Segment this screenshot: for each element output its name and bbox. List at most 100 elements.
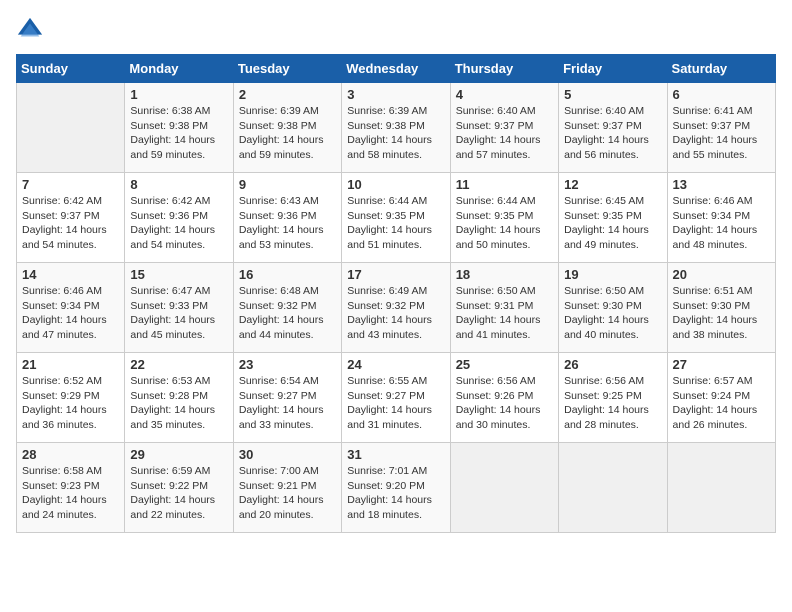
calendar-cell xyxy=(667,443,775,533)
calendar-cell: 7 Sunrise: 6:42 AM Sunset: 9:37 PM Daylig… xyxy=(17,173,125,263)
day-number: 25 xyxy=(456,357,553,372)
day-info: Sunrise: 6:50 AM Sunset: 9:31 PM Dayligh… xyxy=(456,284,553,343)
day-info: Sunrise: 6:43 AM Sunset: 9:36 PM Dayligh… xyxy=(239,194,336,253)
day-number: 20 xyxy=(673,267,770,282)
day-info: Sunrise: 6:58 AM Sunset: 9:23 PM Dayligh… xyxy=(22,464,119,523)
calendar-cell: 21Sunrise: 6:52 AM Sunset: 9:29 PM Dayli… xyxy=(17,353,125,443)
day-info: Sunrise: 6:45 AM Sunset: 9:35 PM Dayligh… xyxy=(564,194,661,253)
calendar-cell: 5 Sunrise: 6:40 AM Sunset: 9:37 PM Daylig… xyxy=(559,83,667,173)
day-number: 23 xyxy=(239,357,336,372)
header-cell: Tuesday xyxy=(233,55,341,83)
day-number: 31 xyxy=(347,447,444,462)
header-cell: Saturday xyxy=(667,55,775,83)
logo-icon xyxy=(16,16,44,44)
day-number: 24 xyxy=(347,357,444,372)
day-number: 9 xyxy=(239,177,336,192)
calendar-cell: 31 Sunrise: 7:01 AM Sunset: 9:20 PM Dayli… xyxy=(342,443,450,533)
header-cell: Thursday xyxy=(450,55,558,83)
day-number: 11 xyxy=(456,177,553,192)
calendar-cell: 15 Sunrise: 6:47 AM Sunset: 9:33 PM Dayli… xyxy=(125,263,233,353)
calendar-cell: 11 Sunrise: 6:44 AM Sunset: 9:35 PM Dayli… xyxy=(450,173,558,263)
calendar-cell xyxy=(17,83,125,173)
day-info: Sunrise: 6:41 AM Sunset: 9:37 PM Dayligh… xyxy=(673,104,770,163)
day-info: Sunrise: 7:00 AM Sunset: 9:21 PM Dayligh… xyxy=(239,464,336,523)
calendar-cell: 28 Sunrise: 6:58 AM Sunset: 9:23 PM Dayli… xyxy=(17,443,125,533)
day-number: 30 xyxy=(239,447,336,462)
calendar-cell: 29Sunrise: 6:59 AM Sunset: 9:22 PM Dayli… xyxy=(125,443,233,533)
calendar-cell: 12 Sunrise: 6:45 AM Sunset: 9:35 PM Dayli… xyxy=(559,173,667,263)
calendar-week-row: 14Sunrise: 6:46 AM Sunset: 9:34 PM Dayli… xyxy=(17,263,776,353)
calendar-cell: 23 Sunrise: 6:54 AM Sunset: 9:27 PM Dayli… xyxy=(233,353,341,443)
day-number: 1 xyxy=(130,87,227,102)
day-number: 3 xyxy=(347,87,444,102)
day-number: 7 xyxy=(22,177,119,192)
calendar-cell: 27 Sunrise: 6:57 AM Sunset: 9:24 PM Dayli… xyxy=(667,353,775,443)
day-info: Sunrise: 6:42 AM Sunset: 9:37 PM Dayligh… xyxy=(22,194,119,253)
calendar-cell: 26 Sunrise: 6:56 AM Sunset: 9:25 PM Dayli… xyxy=(559,353,667,443)
day-info: Sunrise: 6:44 AM Sunset: 9:35 PM Dayligh… xyxy=(456,194,553,253)
calendar-cell: 24Sunrise: 6:55 AM Sunset: 9:27 PM Dayli… xyxy=(342,353,450,443)
day-info: Sunrise: 6:56 AM Sunset: 9:25 PM Dayligh… xyxy=(564,374,661,433)
day-number: 8 xyxy=(130,177,227,192)
day-number: 6 xyxy=(673,87,770,102)
calendar-cell: 10Sunrise: 6:44 AM Sunset: 9:35 PM Dayli… xyxy=(342,173,450,263)
header-cell: Friday xyxy=(559,55,667,83)
page-header xyxy=(16,16,776,44)
day-number: 10 xyxy=(347,177,444,192)
header-cell: Sunday xyxy=(17,55,125,83)
calendar-cell xyxy=(450,443,558,533)
day-info: Sunrise: 6:47 AM Sunset: 9:33 PM Dayligh… xyxy=(130,284,227,343)
header-cell: Monday xyxy=(125,55,233,83)
day-number: 18 xyxy=(456,267,553,282)
day-number: 12 xyxy=(564,177,661,192)
calendar-cell: 1Sunrise: 6:38 AM Sunset: 9:38 PM Daylig… xyxy=(125,83,233,173)
day-info: Sunrise: 6:39 AM Sunset: 9:38 PM Dayligh… xyxy=(239,104,336,163)
day-info: Sunrise: 7:01 AM Sunset: 9:20 PM Dayligh… xyxy=(347,464,444,523)
day-number: 22 xyxy=(130,357,227,372)
calendar-cell: 9 Sunrise: 6:43 AM Sunset: 9:36 PM Daylig… xyxy=(233,173,341,263)
calendar-cell: 14Sunrise: 6:46 AM Sunset: 9:34 PM Dayli… xyxy=(17,263,125,353)
day-number: 28 xyxy=(22,447,119,462)
day-number: 5 xyxy=(564,87,661,102)
calendar-cell: 16 Sunrise: 6:48 AM Sunset: 9:32 PM Dayli… xyxy=(233,263,341,353)
day-number: 16 xyxy=(239,267,336,282)
day-number: 19 xyxy=(564,267,661,282)
day-info: Sunrise: 6:39 AM Sunset: 9:38 PM Dayligh… xyxy=(347,104,444,163)
day-number: 21 xyxy=(22,357,119,372)
calendar-cell: 3 Sunrise: 6:39 AM Sunset: 9:38 PM Daylig… xyxy=(342,83,450,173)
calendar-cell: 18 Sunrise: 6:50 AM Sunset: 9:31 PM Dayli… xyxy=(450,263,558,353)
day-info: Sunrise: 6:49 AM Sunset: 9:32 PM Dayligh… xyxy=(347,284,444,343)
calendar-body: 1Sunrise: 6:38 AM Sunset: 9:38 PM Daylig… xyxy=(17,83,776,533)
calendar-cell: 22Sunrise: 6:53 AM Sunset: 9:28 PM Dayli… xyxy=(125,353,233,443)
day-info: Sunrise: 6:54 AM Sunset: 9:27 PM Dayligh… xyxy=(239,374,336,433)
calendar-cell: 25Sunrise: 6:56 AM Sunset: 9:26 PM Dayli… xyxy=(450,353,558,443)
day-info: Sunrise: 6:50 AM Sunset: 9:30 PM Dayligh… xyxy=(564,284,661,343)
day-number: 13 xyxy=(673,177,770,192)
calendar-week-row: 21Sunrise: 6:52 AM Sunset: 9:29 PM Dayli… xyxy=(17,353,776,443)
day-info: Sunrise: 6:46 AM Sunset: 9:34 PM Dayligh… xyxy=(673,194,770,253)
calendar-cell: 17 Sunrise: 6:49 AM Sunset: 9:32 PM Dayli… xyxy=(342,263,450,353)
calendar-table: SundayMondayTuesdayWednesdayThursdayFrid… xyxy=(16,54,776,533)
logo xyxy=(16,16,48,44)
calendar-week-row: 7 Sunrise: 6:42 AM Sunset: 9:37 PM Daylig… xyxy=(17,173,776,263)
calendar-cell: 20 Sunrise: 6:51 AM Sunset: 9:30 PM Dayli… xyxy=(667,263,775,353)
day-info: Sunrise: 6:57 AM Sunset: 9:24 PM Dayligh… xyxy=(673,374,770,433)
day-info: Sunrise: 6:42 AM Sunset: 9:36 PM Dayligh… xyxy=(130,194,227,253)
calendar-cell: 4 Sunrise: 6:40 AM Sunset: 9:37 PM Daylig… xyxy=(450,83,558,173)
calendar-header: SundayMondayTuesdayWednesdayThursdayFrid… xyxy=(17,55,776,83)
calendar-cell: 6 Sunrise: 6:41 AM Sunset: 9:37 PM Daylig… xyxy=(667,83,775,173)
day-info: Sunrise: 6:40 AM Sunset: 9:37 PM Dayligh… xyxy=(456,104,553,163)
day-info: Sunrise: 6:51 AM Sunset: 9:30 PM Dayligh… xyxy=(673,284,770,343)
day-number: 27 xyxy=(673,357,770,372)
calendar-week-row: 1Sunrise: 6:38 AM Sunset: 9:38 PM Daylig… xyxy=(17,83,776,173)
day-number: 14 xyxy=(22,267,119,282)
day-number: 4 xyxy=(456,87,553,102)
day-number: 15 xyxy=(130,267,227,282)
day-info: Sunrise: 6:40 AM Sunset: 9:37 PM Dayligh… xyxy=(564,104,661,163)
header-row: SundayMondayTuesdayWednesdayThursdayFrid… xyxy=(17,55,776,83)
day-info: Sunrise: 6:48 AM Sunset: 9:32 PM Dayligh… xyxy=(239,284,336,343)
calendar-cell: 19 Sunrise: 6:50 AM Sunset: 9:30 PM Dayli… xyxy=(559,263,667,353)
day-number: 26 xyxy=(564,357,661,372)
day-number: 2 xyxy=(239,87,336,102)
day-number: 17 xyxy=(347,267,444,282)
